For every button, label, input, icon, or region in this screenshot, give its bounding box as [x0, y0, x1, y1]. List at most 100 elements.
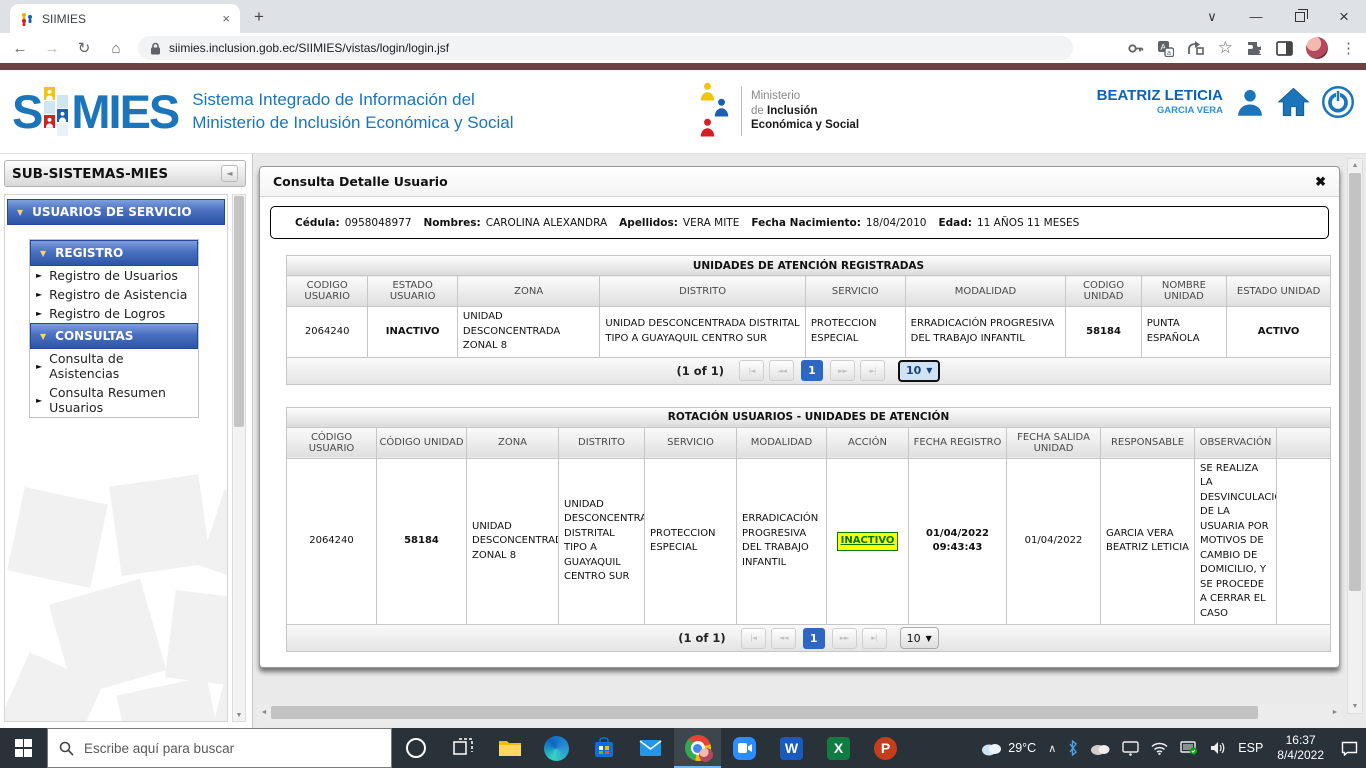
password-key-icon[interactable]	[1127, 40, 1144, 57]
side-panel-icon[interactable]	[1276, 41, 1293, 56]
extensions-puzzle-icon[interactable]	[1246, 40, 1263, 57]
item-arrow-icon: ►	[36, 309, 42, 318]
word-button[interactable]: W	[768, 728, 815, 768]
page-size-select[interactable]: 10 ▼	[900, 627, 939, 649]
browser-menu-icon[interactable]: ⋮	[1341, 39, 1356, 57]
sidebar-section-consultas[interactable]: ▼ CONSULTAS	[30, 323, 198, 349]
sidebar-item-usuarios-de-servicio[interactable]: ▼ USUARIOS DE SERVICIO	[7, 199, 225, 225]
forward-icon[interactable]: →	[42, 40, 62, 57]
apellidos-label: Apellidos:	[619, 217, 678, 229]
current-page-button[interactable]: 1	[803, 628, 825, 649]
next-page-button[interactable]: ►►	[832, 628, 857, 649]
app-body: SUB-SISTEMAS-MIES ◄ ▼ USUARIOS DE SERVIC…	[0, 154, 1366, 728]
panel-title-bar: Consulta Detalle Usuario ✖	[260, 167, 1339, 197]
sidebar-item-consulta-resumen-usuarios[interactable]: ► Consulta Resumen Usuarios	[30, 383, 198, 417]
cast-tray-icon[interactable]	[1116, 728, 1145, 768]
bookmark-star-icon[interactable]: ☆	[1218, 38, 1233, 58]
tray-overflow-chevron[interactable]: ∧	[1042, 728, 1062, 768]
subtitle-line-2: Ministerio de Inclusión Económica y Soci…	[192, 112, 513, 134]
lock-icon	[150, 42, 161, 55]
cell-modalidad: ERRADICACIÓN PROGRESIVA DEL TRABAJO INFA…	[905, 307, 1066, 358]
item-arrow-icon: ►	[36, 396, 42, 405]
current-page-button[interactable]: 1	[801, 360, 823, 381]
column-header-empty	[1277, 427, 1331, 458]
scroll-left-icon[interactable]: ◄	[257, 709, 271, 716]
taskbar-clock[interactable]: 16:37 8/4/2022	[1269, 733, 1332, 763]
back-icon[interactable]: ←	[10, 40, 30, 57]
home-icon[interactable]: ⌂	[106, 40, 126, 57]
sidebar: SUB-SISTEMAS-MIES ◄ ▼ USUARIOS DE SERVIC…	[0, 154, 253, 728]
translate-icon[interactable]: A a	[1157, 40, 1174, 57]
sidebar-scrollbar[interactable]: ▼	[232, 194, 246, 722]
microsoft-store-button[interactable]	[580, 728, 627, 768]
sidebar-item-consulta-de-asistencias[interactable]: ► Consulta de Asistencias	[30, 349, 198, 383]
weather-widget[interactable]: 29°C	[974, 728, 1042, 768]
prev-page-button[interactable]: ◄◄	[771, 628, 796, 649]
zoom-icon	[733, 737, 756, 760]
chevron-down-icon: ▼	[40, 332, 46, 341]
logout-power-icon[interactable]	[1322, 86, 1354, 118]
window-close-button[interactable]: ×	[1322, 0, 1366, 33]
first-page-button[interactable]: |◄	[739, 360, 764, 381]
wifi-tray-icon[interactable]	[1145, 728, 1174, 768]
onedrive-tray-icon[interactable]	[1084, 728, 1116, 768]
home-button-icon[interactable]	[1277, 87, 1310, 117]
user-first-names: BEATRIZ LETICIA	[1097, 88, 1223, 103]
action-center-button[interactable]	[1332, 728, 1366, 768]
browser-tab[interactable]: SIIMIES ×	[10, 4, 240, 33]
sidebar-collapse-button[interactable]: ◄	[221, 165, 238, 182]
vertical-scrollbar[interactable]: ▲ ▼	[1347, 158, 1363, 714]
reload-icon[interactable]: ↻	[74, 39, 94, 57]
zoom-button[interactable]	[721, 728, 768, 768]
last-page-button[interactable]: ►|	[860, 360, 885, 381]
scrollbar-thumb[interactable]	[234, 196, 244, 427]
task-view-button[interactable]	[439, 728, 486, 768]
scrollbar-thumb[interactable]	[271, 706, 1258, 719]
weather-cloud-icon	[980, 740, 1002, 756]
sidebar-item-registro-de-asistencia[interactable]: ► Registro de Asistencia	[30, 285, 198, 304]
scroll-down-icon[interactable]: ▼	[233, 712, 245, 719]
prev-page-button[interactable]: ◄◄	[769, 360, 794, 381]
powerpoint-button[interactable]: P	[862, 728, 909, 768]
next-page-button[interactable]: ►►	[830, 360, 855, 381]
search-input[interactable]	[84, 741, 334, 756]
window-restore-button[interactable]	[1278, 0, 1322, 33]
volume-tray-icon[interactable]	[1204, 728, 1232, 768]
chrome-button[interactable]	[674, 728, 721, 768]
scroll-down-icon[interactable]: ▼	[1348, 703, 1362, 710]
cell-distrito: UNIDAD DESCONCENTRADA DISTRITAL TIPO A G…	[600, 307, 806, 358]
url-bar[interactable]: siimies.inclusion.gob.ec/SIIMIES/vistas/…	[138, 36, 1073, 60]
page-size-select[interactable]: 10 ▼	[898, 360, 940, 382]
excel-button[interactable]: X	[815, 728, 862, 768]
file-explorer-button[interactable]	[486, 728, 533, 768]
first-page-button[interactable]: |◄	[741, 628, 766, 649]
cortana-button[interactable]	[392, 728, 439, 768]
last-page-button[interactable]: ►|	[862, 628, 887, 649]
tab-close-icon[interactable]: ×	[222, 11, 230, 26]
security-shield-tray-icon[interactable]	[1174, 728, 1204, 768]
close-icon[interactable]: ✖	[1315, 174, 1326, 190]
new-tab-button[interactable]: +	[254, 7, 264, 27]
sidebar-item-registro-de-logros[interactable]: ► Registro de Logros	[30, 304, 198, 323]
window-minimize-button[interactable]: —	[1234, 0, 1278, 33]
start-button[interactable]	[0, 728, 47, 768]
tab-search-icon[interactable]: ∨	[1190, 0, 1234, 33]
bluetooth-tray-icon[interactable]	[1062, 728, 1084, 768]
scroll-up-icon[interactable]: ▲	[1348, 162, 1362, 169]
sidebar-item-registro-de-usuarios[interactable]: ► Registro de Usuarios	[30, 266, 198, 285]
scrollbar-thumb[interactable]	[1349, 173, 1361, 591]
share-icon[interactable]	[1187, 40, 1205, 56]
taskbar-search[interactable]	[47, 728, 392, 768]
profile-avatar[interactable]	[1306, 37, 1328, 59]
page-top-stripe	[0, 63, 1366, 70]
edge-button[interactable]	[533, 728, 580, 768]
mail-button[interactable]	[627, 728, 674, 768]
sidebar-section-registro[interactable]: ▼ REGISTRO	[30, 240, 198, 266]
table2-paginator: (1 of 1) |◄ ◄◄ 1 ►► ►| 10 ▼	[286, 625, 1331, 652]
column-header: SERVICIO	[645, 427, 737, 458]
language-indicator[interactable]: ESP	[1232, 728, 1269, 768]
url-text: siimies.inclusion.gob.ec/SIIMIES/vistas/…	[169, 41, 449, 55]
scroll-right-icon[interactable]: ►	[1328, 709, 1342, 716]
user-profile-icon[interactable]	[1235, 87, 1265, 117]
horizontal-scrollbar[interactable]: ◄ ►	[257, 704, 1342, 721]
